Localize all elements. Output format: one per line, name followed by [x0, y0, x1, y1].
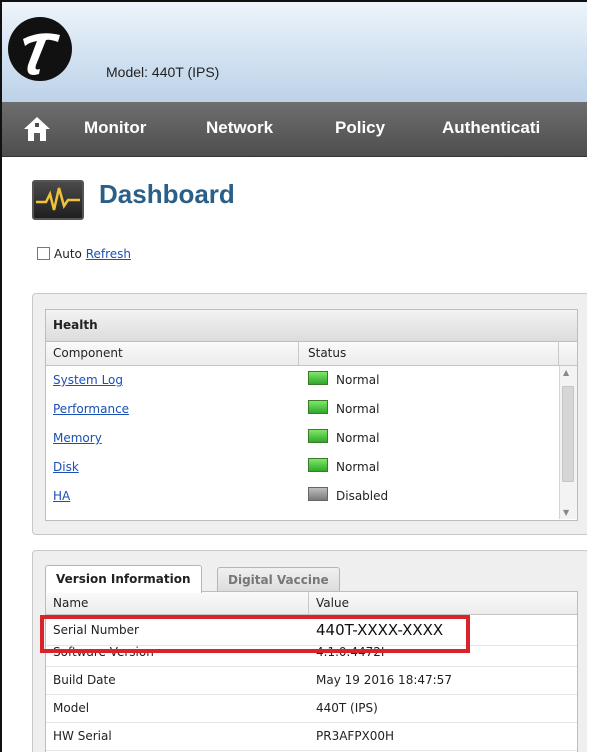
health-table: Health Component Status System Log Norma…: [45, 309, 578, 521]
component-link[interactable]: Disk: [53, 453, 79, 482]
auto-refresh-row: Auto Refresh: [37, 247, 131, 261]
nav-authentication[interactable]: Authenticati: [442, 118, 540, 138]
scroll-thumb[interactable]: [562, 386, 574, 482]
health-header: Component Status: [46, 342, 577, 366]
model-label: Model: 440T (IPS): [106, 64, 220, 80]
col-name[interactable]: Name: [53, 592, 88, 614]
status-text: Normal: [336, 402, 380, 416]
name-cell: Build Date: [53, 673, 116, 687]
tippingpoint-logo-icon: [8, 17, 72, 81]
status-disabled-icon: [308, 487, 328, 501]
status-text: Normal: [336, 373, 380, 387]
scroll-down-icon[interactable]: ▼: [563, 508, 569, 517]
component-link[interactable]: Performance: [53, 395, 129, 424]
table-row: Memory Normal: [46, 424, 577, 453]
tab-digital-vaccine[interactable]: Digital Vaccine: [217, 567, 340, 592]
home-icon[interactable]: [22, 114, 52, 144]
table-row: HW Serial PR3AFPX00H: [46, 723, 577, 751]
health-rows: System Log Normal Performance Normal Mem…: [46, 366, 577, 511]
component-link[interactable]: HA: [53, 482, 70, 511]
serial-number-highlight: [40, 615, 470, 653]
col-status[interactable]: Status: [308, 342, 346, 365]
table-row: Model 440T (IPS): [46, 695, 577, 723]
status-text: Normal: [336, 460, 380, 474]
table-row: Performance Normal: [46, 395, 577, 424]
nav-policy[interactable]: Policy: [335, 118, 385, 138]
status-text: Normal: [336, 431, 380, 445]
main-content: Dashboard Auto Refresh Health Component …: [2, 157, 587, 752]
table-row: Disk Normal: [46, 453, 577, 482]
col-component[interactable]: Component: [53, 342, 123, 365]
component-link[interactable]: Memory: [53, 424, 102, 453]
table-row: HA Disabled: [46, 482, 577, 511]
tab-version-information[interactable]: Version Information: [45, 565, 202, 593]
table-row: System Log Normal: [46, 366, 577, 395]
health-title: Health: [46, 310, 577, 342]
status-ok-icon: [308, 400, 328, 414]
status-ok-icon: [308, 429, 328, 443]
pulse-icon: [36, 187, 80, 211]
table-row: Build Date May 19 2016 18:47:57: [46, 667, 577, 695]
name-cell: HW Serial: [53, 729, 112, 743]
version-header: Name Value: [46, 592, 577, 615]
value-cell: PR3AFPX00H: [316, 729, 395, 743]
auto-refresh-checkbox[interactable]: [37, 247, 50, 260]
status-text: Disabled: [336, 489, 389, 503]
app-window: Model: 440T (IPS) Monitor Network Policy…: [0, 0, 587, 752]
header: Model: 440T (IPS): [2, 2, 587, 103]
status-ok-icon: [308, 371, 328, 385]
main-nav: Monitor Network Policy Authenticati: [2, 102, 587, 157]
dashboard-icon: [32, 180, 84, 220]
nav-network[interactable]: Network: [206, 118, 273, 138]
refresh-link[interactable]: Refresh: [86, 247, 131, 261]
component-link[interactable]: System Log: [53, 366, 123, 395]
name-cell: Model: [53, 701, 90, 715]
page-title: Dashboard: [99, 179, 235, 209]
health-panel: Health Component Status System Log Norma…: [32, 293, 587, 535]
value-cell: 440T (IPS): [316, 701, 378, 715]
status-ok-icon: [308, 458, 328, 472]
scroll-up-icon[interactable]: ▲: [563, 368, 569, 377]
col-value[interactable]: Value: [316, 592, 349, 614]
auto-label: Auto: [54, 247, 82, 261]
health-scrollbar[interactable]: ▲ ▼: [559, 366, 577, 519]
value-cell: May 19 2016 18:47:57: [316, 673, 452, 687]
nav-monitor[interactable]: Monitor: [84, 118, 146, 138]
